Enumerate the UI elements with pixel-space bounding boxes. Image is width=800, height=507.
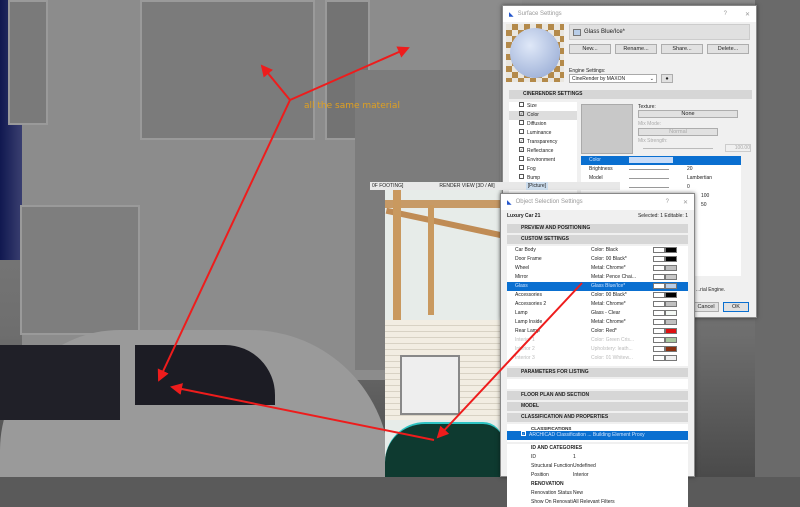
arrow — [260, 64, 291, 101]
renovation-heading[interactable]: RENOVATION — [515, 480, 564, 489]
annotation-arrows — [157, 46, 583, 441]
arrow — [436, 282, 583, 439]
arrow — [289, 46, 410, 101]
property-value: All Relevant Filters — [573, 499, 615, 505]
property-name: Renovation Status — [531, 490, 572, 496]
arrow — [170, 383, 435, 441]
property-row[interactable]: Renovation Status New — [507, 489, 688, 498]
property-name: Show On Renovation Filter — [531, 499, 573, 505]
property-row[interactable]: Show On Renovation FilterAll Relevant Fi… — [507, 498, 688, 507]
arrow — [157, 99, 291, 382]
property-value: New — [573, 490, 584, 496]
